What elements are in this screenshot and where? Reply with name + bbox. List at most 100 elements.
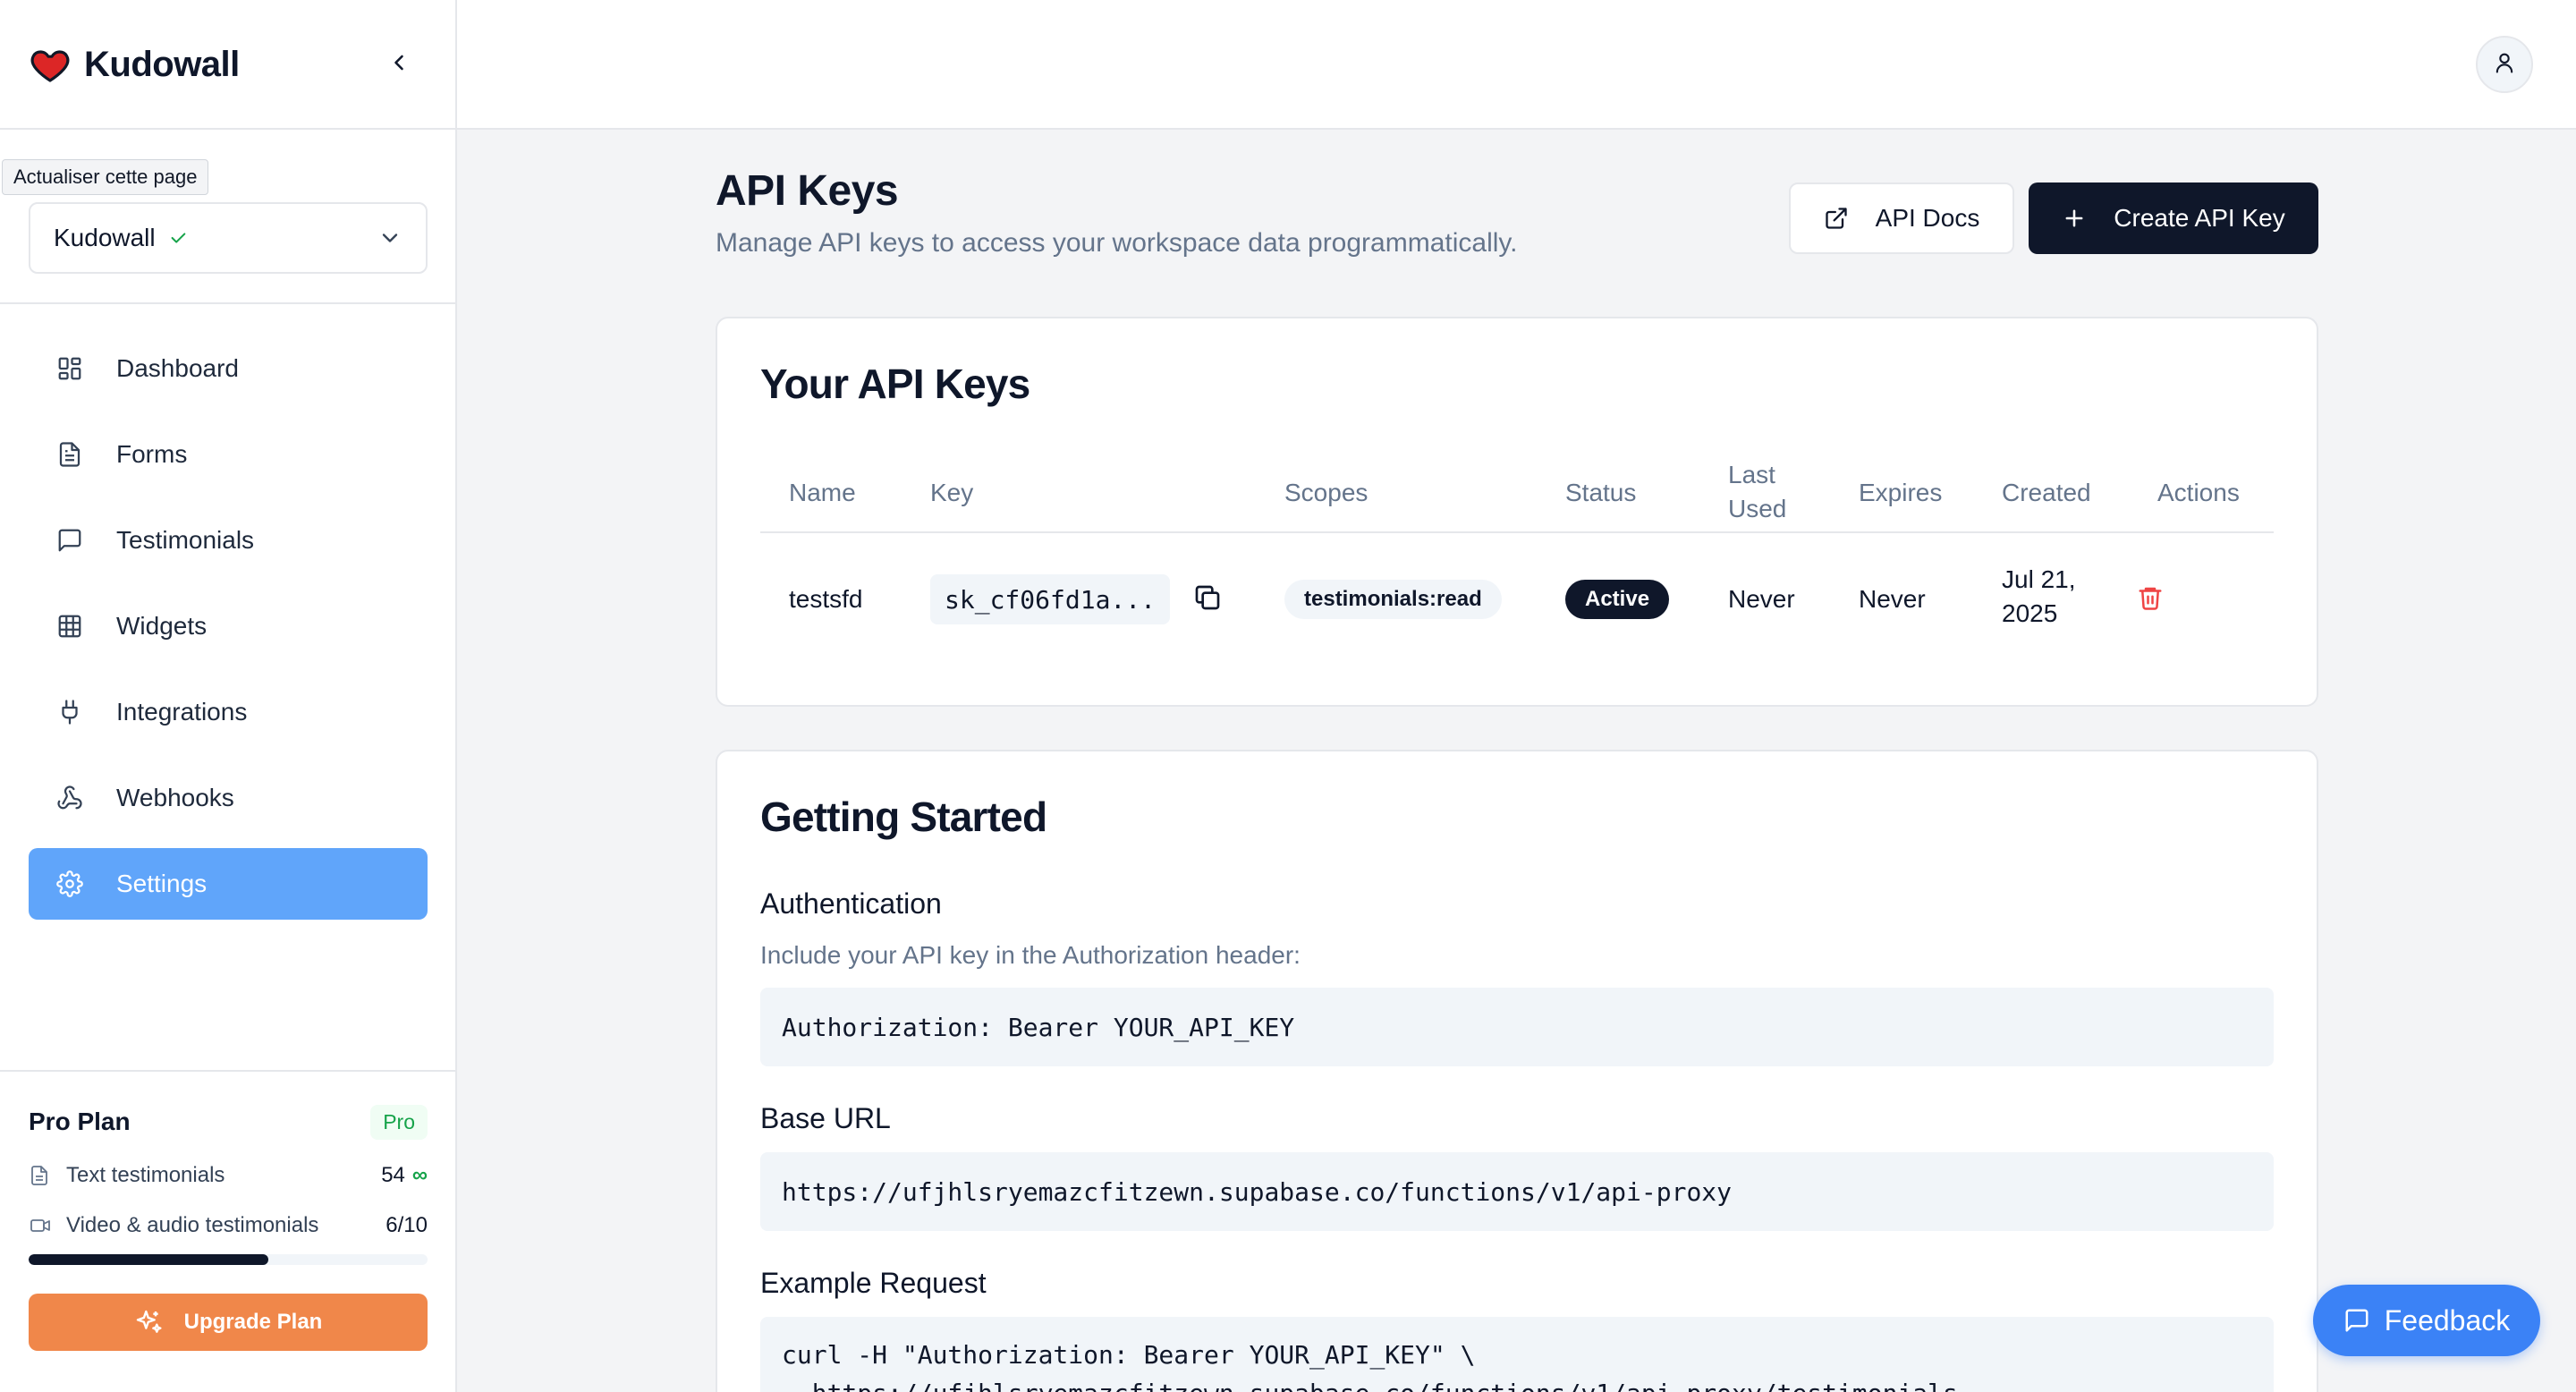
user-icon [2492,50,2517,80]
video-icon [29,1215,52,1236]
sidebar-item-label: Testimonials [116,526,255,554]
plus-icon [2062,206,2087,231]
webhook-icon [55,784,84,812]
last-used: Never [1728,585,1795,613]
upgrade-label: Upgrade Plan [183,1310,323,1334]
gear-icon [55,870,84,898]
example-request-heading: Example Request [760,1267,987,1299]
app-name: Kudowall [84,44,240,84]
chevron-down-icon [377,225,402,250]
card-title: Getting Started [760,794,1047,840]
infinity-symbol: ∞ [411,1163,428,1187]
key-name: testsfd [789,585,863,613]
base-url-code: https://ufjhlsryemazcfitzewn.supabase.co… [760,1152,2274,1231]
sparkles-icon [134,1308,163,1337]
check-icon [168,228,188,248]
sidebar-divider [0,1070,457,1072]
sidebar-item-label: Dashboard [116,354,239,382]
sidebar-item-dashboard[interactable]: Dashboard [29,333,428,404]
created-year: 2025 [2002,599,2058,627]
code-line: curl -H "Authorization: Bearer YOUR_API_… [782,1340,1476,1370]
top-bar [457,0,2576,130]
sidebar-item-testimonials[interactable]: Testimonials [29,505,428,576]
created-date: Jul 21, [2002,565,2076,593]
column-header: Actions [2157,479,2240,506]
column-header: Name [789,479,856,506]
sidebar-item-settings[interactable]: Settings [29,848,428,920]
sidebar-divider [0,128,457,130]
code-line: https://ufjhlsryemazcfitzewn.supabase.co… [782,1379,1958,1392]
expires: Never [1859,585,1926,613]
scope-badge: testimonials:read [1284,580,1502,619]
example-request-code: curl -H "Authorization: Bearer YOUR_API_… [760,1317,2274,1392]
delete-key-button[interactable] [2132,581,2168,617]
usage-label: Video & audio testimonials [66,1213,319,1237]
page-title: API Keys [716,167,899,215]
sidebar-item-integrations[interactable]: Integrations [29,676,428,748]
sidebar-item-widgets[interactable]: Widgets [29,590,428,662]
usage-value: 54 [381,1163,405,1187]
column-header: Created [2002,479,2091,506]
base-url-heading: Base URL [760,1102,891,1134]
api-docs-button[interactable]: API Docs [1789,182,2014,254]
progress-fill [29,1254,268,1265]
column-header: Scopes [1284,479,1368,506]
trash-icon [2137,584,2164,615]
upgrade-plan-button[interactable]: Upgrade Plan [29,1294,428,1351]
sidebar-item-label: Settings [116,870,208,897]
page-subtitle: Manage API keys to access your workspace… [716,228,1518,258]
api-keys-card: Your API Keys Name Key Scopes Status Las… [716,317,2318,707]
usage-label: Text testimonials [66,1163,225,1187]
message-square-icon [55,526,84,555]
brand[interactable]: Kudowall [29,39,240,89]
column-header: Expires [1859,479,1943,506]
authentication-description: Include your API key in the Authorizatio… [760,941,1301,969]
message-square-icon [2343,1307,2370,1334]
authentication-heading: Authentication [760,887,942,920]
sidebar-item-forms[interactable]: Forms [29,419,428,490]
copy-key-button[interactable] [1191,583,1224,615]
video-testimonials-usage: Video & audio testimonials 6/10 [29,1208,428,1243]
sidebar-item-label: Forms [116,440,188,468]
user-menu-button[interactable] [2476,36,2533,93]
key-value: sk_cf06fd1a... [930,574,1170,624]
video-usage-progress [29,1254,428,1265]
sidebar: Kudowall Actualiser cette page Kudowall … [0,0,457,1392]
card-title: Your API Keys [760,361,1030,407]
usage-value: 6/10 [386,1213,428,1237]
column-header: Status [1565,479,1637,506]
sidebar-item-label: Widgets [116,612,208,640]
table-header: Name Key Scopes Status Last Used Expires… [760,453,2274,533]
heart-logo-icon [29,43,72,86]
chevron-left-icon [386,50,411,80]
api-docs-label: API Docs [1875,204,1980,232]
plug-icon [55,698,84,726]
external-link-icon [1824,206,1849,231]
create-api-key-label: Create API Key [2114,204,2285,232]
plan-title: Pro Plan [29,1108,131,1135]
plan-badge: Pro [370,1104,428,1140]
column-header: Last Used [1728,461,1787,522]
sidebar-item-label: Webhooks [116,784,234,811]
workspace-select[interactable]: Kudowall [29,202,428,274]
sidebar-divider [0,302,457,304]
column-header: Key [930,479,974,506]
plan-panel: Pro Plan Pro Text testimonials 54 ∞ Vide… [29,1100,428,1351]
sidebar-item-label: Integrations [116,698,248,726]
refresh-tooltip: Actualiser cette page [2,159,209,195]
text-testimonials-usage: Text testimonials 54 ∞ [29,1158,428,1193]
sidebar-item-webhooks[interactable]: Webhooks [29,762,428,834]
collapse-sidebar-button[interactable] [381,47,417,82]
feedback-label: Feedback [2384,1303,2511,1337]
create-api-key-button[interactable]: Create API Key [2029,182,2318,254]
copy-icon [1193,583,1222,616]
page-header: API Keys Manage API keys to access your … [716,166,1518,259]
document-icon [29,1165,52,1186]
document-icon [55,440,84,469]
feedback-button[interactable]: Feedback [2313,1285,2540,1356]
grid-icon [55,612,84,641]
dashboard-icon [55,354,84,383]
workspace-label: Kudowall [54,224,156,251]
getting-started-card: Getting Started Authentication Include y… [716,750,2318,1392]
status-badge: Active [1565,580,1670,619]
